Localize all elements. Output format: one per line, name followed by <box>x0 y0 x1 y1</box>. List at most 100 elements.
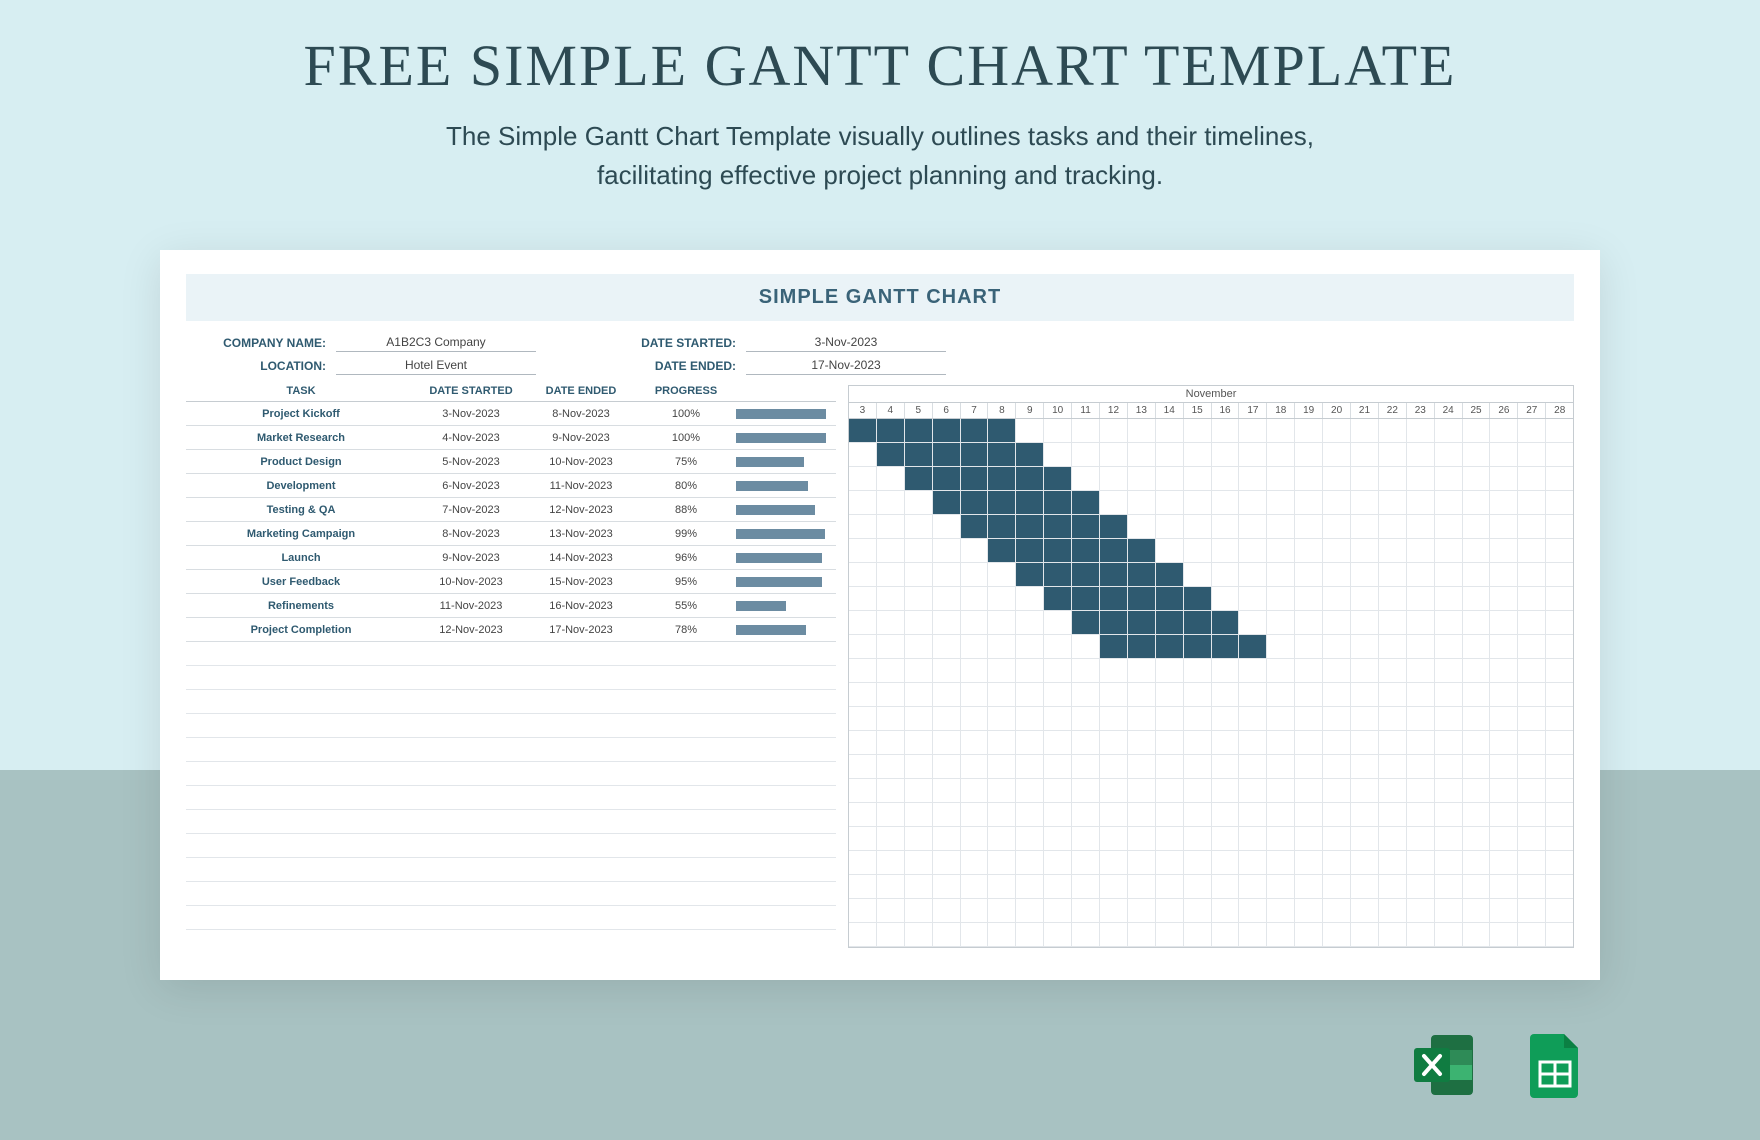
gantt-cell <box>1463 803 1491 827</box>
gantt-cell <box>961 443 989 467</box>
gantt-cell <box>1072 875 1100 899</box>
gantt-cell <box>1239 755 1267 779</box>
gantt-cell <box>1016 731 1044 755</box>
gantt-cell <box>1072 731 1100 755</box>
gantt-cell <box>1156 755 1184 779</box>
gantt-cell <box>933 539 961 563</box>
gantt-cell <box>961 467 989 491</box>
gantt-cell <box>1323 419 1351 443</box>
gantt-cell <box>1518 563 1546 587</box>
gantt-cell <box>1546 899 1573 923</box>
gantt-cell <box>1295 827 1323 851</box>
gantt-cell <box>849 851 877 875</box>
day-cell: 10 <box>1044 403 1072 418</box>
gantt-cell <box>1435 683 1463 707</box>
task-name: Testing & QA <box>186 504 416 516</box>
gantt-cell <box>1016 875 1044 899</box>
gantt-cell <box>1212 467 1240 491</box>
gantt-cell <box>877 899 905 923</box>
excel-icon[interactable] <box>1410 1030 1480 1100</box>
gantt-cell <box>1518 803 1546 827</box>
gantt-cell <box>1379 923 1407 947</box>
task-name: Product Design <box>186 456 416 468</box>
gantt-cell <box>1212 515 1240 539</box>
gantt-cell <box>1128 707 1156 731</box>
gantt-cell <box>905 923 933 947</box>
gantt-cell <box>1379 803 1407 827</box>
google-sheets-icon[interactable] <box>1520 1030 1590 1100</box>
meta-label: DATE STARTED: <box>596 336 746 350</box>
gantt-cell <box>1184 515 1212 539</box>
gantt-cell <box>1546 515 1573 539</box>
empty-row <box>186 834 836 858</box>
gantt-row <box>849 467 1573 491</box>
gantt-cell <box>1435 827 1463 851</box>
gantt-cell <box>905 563 933 587</box>
gantt-cell <box>1490 491 1518 515</box>
day-cell: 14 <box>1156 403 1184 418</box>
gantt-cell <box>877 755 905 779</box>
gantt-row <box>849 875 1573 899</box>
meta-block: COMPANY NAME:A1B2C3 CompanyLOCATION:Hote… <box>186 333 1574 375</box>
task-row: Marketing Campaign8-Nov-202313-Nov-20239… <box>186 522 836 546</box>
gantt-cell <box>1239 683 1267 707</box>
gantt-cell <box>1184 611 1212 635</box>
gantt-cell <box>1435 803 1463 827</box>
gantt-cell <box>1016 611 1044 635</box>
gantt-cell <box>1100 731 1128 755</box>
day-header: 3456789101112131415161718192021222324252… <box>848 402 1574 419</box>
gantt-cell <box>1490 731 1518 755</box>
gantt-cell <box>1323 803 1351 827</box>
gantt-cell <box>1267 563 1295 587</box>
chart-title: SIMPLE GANTT CHART <box>186 274 1574 321</box>
gantt-cell <box>877 515 905 539</box>
day-cell: 22 <box>1379 403 1407 418</box>
gantt-card: SIMPLE GANTT CHART COMPANY NAME:A1B2C3 C… <box>160 250 1600 980</box>
gantt-cell <box>1435 755 1463 779</box>
gantt-cell <box>1546 923 1573 947</box>
gantt-cell <box>988 875 1016 899</box>
gantt-cell <box>1351 491 1379 515</box>
gantt-cell <box>1128 899 1156 923</box>
gantt-cell <box>1407 731 1435 755</box>
day-cell: 8 <box>988 403 1016 418</box>
gantt-cell <box>1463 491 1491 515</box>
gantt-cell <box>1016 515 1044 539</box>
gantt-cell <box>1267 587 1295 611</box>
gantt-cell <box>1156 563 1184 587</box>
gantt-cell <box>1072 563 1100 587</box>
gantt-cell <box>1016 827 1044 851</box>
gantt-cell <box>1463 443 1491 467</box>
gantt-cell <box>849 563 877 587</box>
gantt-cell <box>1072 467 1100 491</box>
gantt-cell <box>1184 419 1212 443</box>
progress-bar <box>736 527 826 541</box>
gantt-cell <box>905 635 933 659</box>
task-progress: 99% <box>636 528 736 540</box>
gantt-cell <box>1351 659 1379 683</box>
gantt-cell <box>1156 923 1184 947</box>
gantt-cell <box>1323 467 1351 491</box>
gantt-cell <box>1072 515 1100 539</box>
meta-value: Hotel Event <box>336 356 536 375</box>
gantt-cell <box>933 563 961 587</box>
gantt-cell <box>1351 899 1379 923</box>
gantt-row <box>849 707 1573 731</box>
gantt-cell <box>1351 851 1379 875</box>
task-name: Project Kickoff <box>186 408 416 420</box>
gantt-cell <box>1072 707 1100 731</box>
gantt-cell <box>1212 827 1240 851</box>
gantt-cell <box>1546 635 1573 659</box>
gantt-cell <box>1546 827 1573 851</box>
gantt-cell <box>1072 611 1100 635</box>
gantt-cell <box>1128 443 1156 467</box>
gantt-cell <box>1546 755 1573 779</box>
gantt-cell <box>1379 899 1407 923</box>
gantt-cell <box>1546 563 1573 587</box>
gantt-cell <box>1128 755 1156 779</box>
gantt-cell <box>849 587 877 611</box>
gantt-cell <box>1212 563 1240 587</box>
empty-row <box>186 786 836 810</box>
gantt-cell <box>1239 563 1267 587</box>
month-label: November <box>848 385 1574 402</box>
